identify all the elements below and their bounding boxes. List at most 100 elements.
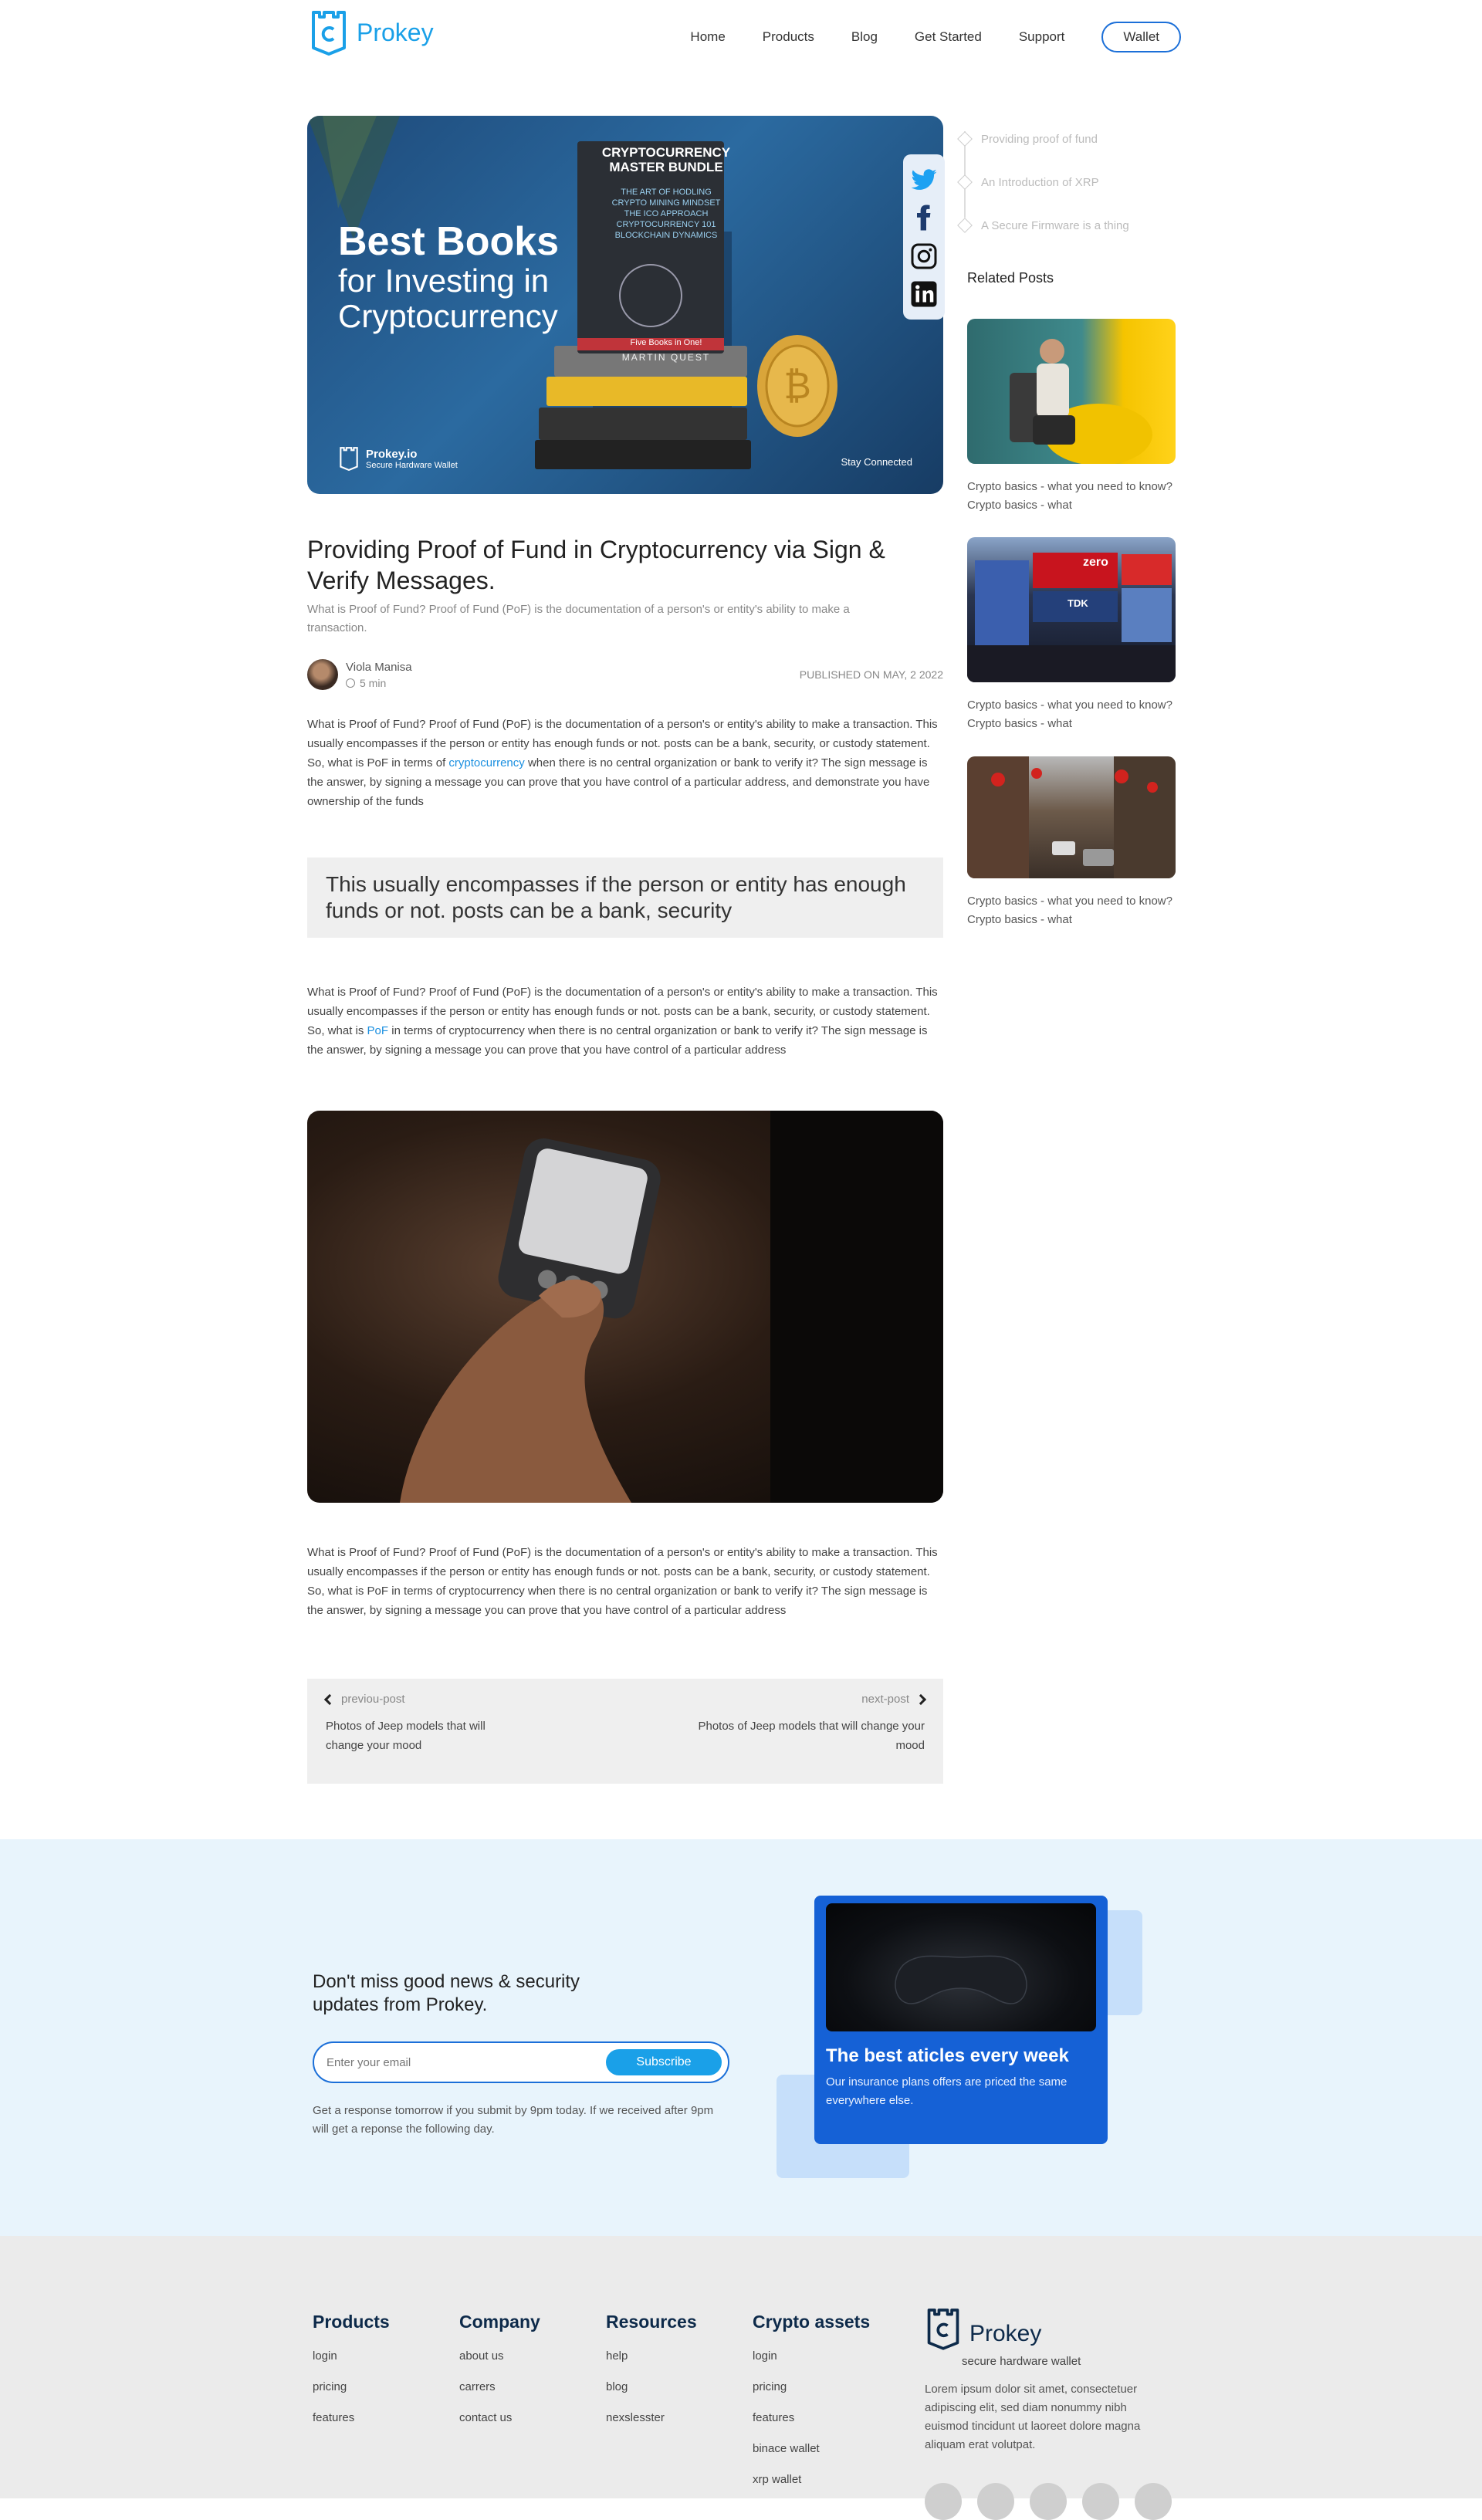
social-circle-icon[interactable] bbox=[977, 2483, 1014, 2520]
toc-item[interactable]: Providing proof of fund bbox=[957, 117, 1129, 161]
published-date: PUBLISHED ON MAY, 2 2022 bbox=[799, 668, 943, 681]
footer-tagline: secure hardware wallet bbox=[962, 2355, 1081, 2368]
newsletter-title: Don't miss good news & security updates … bbox=[313, 1971, 580, 2015]
previous-post-link[interactable]: previou-post Photos of Jeep models that … bbox=[323, 1693, 519, 1755]
toc-item-label: A Secure Firmware is a thing bbox=[981, 218, 1129, 232]
related-post-thumbnail: zero TDK bbox=[967, 537, 1176, 682]
brand-name: Prokey bbox=[357, 18, 434, 46]
hero-title-big: Best Books bbox=[338, 219, 560, 264]
footer-link[interactable]: contact us bbox=[459, 2411, 512, 2424]
nav-home[interactable]: Home bbox=[690, 29, 725, 45]
footer-link[interactable]: help bbox=[606, 2349, 628, 2363]
wallet-button[interactable]: Wallet bbox=[1101, 22, 1181, 52]
hero-brand-label: Prokey.io bbox=[366, 447, 418, 461]
linkedin-icon[interactable] bbox=[910, 280, 938, 308]
footer-link[interactable]: nexslesster bbox=[606, 2411, 665, 2424]
site-footer: Products login pricing features Company … bbox=[0, 2236, 1482, 2520]
brand-logo[interactable]: Prokey bbox=[309, 9, 434, 56]
book-line: CRYPTOCURRENCY 101 bbox=[616, 220, 716, 229]
email-input[interactable] bbox=[327, 2052, 589, 2072]
card-title: The best aticles every week bbox=[826, 2045, 1069, 2066]
svg-text:₿: ₿ bbox=[783, 364, 811, 408]
social-circle-icon[interactable] bbox=[1135, 2483, 1172, 2520]
twitter-icon[interactable] bbox=[910, 166, 938, 194]
footer-brand: Prokey secure hardware wallet Lorem ipsu… bbox=[925, 2307, 1164, 2454]
related-post-card[interactable]: Crypto basics - what you need to know? C… bbox=[967, 319, 1176, 515]
chevron-left-icon bbox=[323, 1693, 336, 1705]
pof-link[interactable]: PoF bbox=[367, 1024, 389, 1037]
toc-item[interactable]: A Secure Firmware is a thing bbox=[957, 204, 1129, 247]
paragraph: What is Proof of Fund? Proof of Fund (Po… bbox=[307, 983, 943, 1060]
instagram-icon[interactable] bbox=[910, 242, 938, 270]
card-text: Our insurance plans offers are priced th… bbox=[826, 2075, 1068, 2107]
nav-products[interactable]: Products bbox=[763, 29, 814, 45]
toc-item[interactable]: An Introduction of XRP bbox=[957, 161, 1129, 204]
footer-link[interactable]: about us bbox=[459, 2349, 504, 2363]
footer-link[interactable]: carrers bbox=[459, 2380, 496, 2393]
footer-link[interactable]: xrp wallet bbox=[753, 2473, 801, 2486]
nav-support[interactable]: Support bbox=[1019, 29, 1065, 45]
social-circle-icon[interactable] bbox=[1082, 2483, 1119, 2520]
related-post-thumbnail bbox=[967, 319, 1176, 464]
related-post-card[interactable]: Crypto basics - what you need to know? C… bbox=[967, 756, 1176, 929]
pull-quote: This usually encompasses if the person o… bbox=[307, 857, 943, 938]
author-name[interactable]: Viola Manisa bbox=[346, 661, 412, 674]
footer-link[interactable]: features bbox=[313, 2411, 354, 2424]
footer-link[interactable]: pricing bbox=[753, 2380, 787, 2393]
toc-item-label: An Introduction of XRP bbox=[981, 175, 1099, 189]
footer-link[interactable]: blog bbox=[606, 2380, 628, 2393]
castle-logo-icon bbox=[927, 2309, 959, 2350]
footer-link[interactable]: pricing bbox=[313, 2380, 347, 2393]
footer-description: Lorem ipsum dolor sit amet, consectetuer… bbox=[925, 2383, 1141, 2451]
book-line: BLOCKCHAIN DYNAMICS bbox=[614, 231, 718, 240]
footer-link[interactable]: login bbox=[313, 2349, 337, 2363]
hero-stay-connected: Stay Connected bbox=[841, 456, 912, 468]
gamepad-image bbox=[826, 1903, 1096, 2031]
article: Best Books for Investing in Cryptocurren… bbox=[307, 116, 943, 1784]
hero-title: Best Books for Investing in Cryptocurren… bbox=[338, 220, 559, 334]
person-sitting-image bbox=[1010, 339, 1152, 464]
nav-blog[interactable]: Blog bbox=[851, 29, 878, 45]
footer-column: Company about us carrers contact us bbox=[459, 2312, 540, 2442]
footer-column-title: Company bbox=[459, 2312, 540, 2332]
related-post-card[interactable]: zero TDK Crypto basics - what you need t… bbox=[967, 537, 1176, 733]
nav-get-started[interactable]: Get Started bbox=[915, 29, 982, 45]
footer-social-icons bbox=[925, 2483, 1172, 2520]
footer-link[interactable]: binace wallet bbox=[753, 2442, 820, 2455]
book-line: THE ICO APPROACH bbox=[624, 209, 709, 218]
diamond-icon bbox=[957, 131, 973, 147]
footer-link[interactable]: login bbox=[753, 2349, 777, 2363]
newsletter-card: The best aticles every week Our insuranc… bbox=[814, 1896, 1108, 2144]
cryptocurrency-link[interactable]: cryptocurrency bbox=[448, 756, 524, 770]
hardware-wallet-photo bbox=[307, 1111, 943, 1503]
clock-icon bbox=[346, 678, 355, 688]
related-post-caption: Crypto basics - what you need to know? C… bbox=[967, 895, 1172, 926]
hand-holding-device bbox=[400, 1111, 943, 1503]
newsletter-note: Get a response tomorrow if you submit by… bbox=[313, 2104, 714, 2136]
subscribe-button[interactable]: Subscribe bbox=[606, 2049, 722, 2075]
social-circle-icon[interactable] bbox=[1030, 2483, 1067, 2520]
book-title: CRYPTOCURRENCY MASTER BUNDLE bbox=[601, 145, 731, 174]
post-navigation: previou-post Photos of Jeep models that … bbox=[307, 1679, 943, 1784]
paragraph: What is Proof of Fund? Proof of Fund (Po… bbox=[307, 1546, 938, 1617]
hero-title-line2: for Investing in bbox=[338, 262, 550, 299]
footer-column-title: Products bbox=[313, 2312, 390, 2332]
diamond-icon bbox=[957, 174, 973, 190]
footer-link[interactable]: features bbox=[753, 2411, 794, 2424]
social-circle-icon[interactable] bbox=[925, 2483, 962, 2520]
site-header: Prokey Home Products Blog Get Started Su… bbox=[0, 0, 1482, 69]
hero-title-line3: Cryptocurrency bbox=[338, 298, 558, 334]
diamond-icon bbox=[957, 218, 973, 233]
post-subtitle: What is Proof of Fund? Proof of Fund (Po… bbox=[307, 603, 850, 634]
next-post-label: next-post bbox=[861, 1693, 909, 1706]
book-line: CRYPTO MINING MINDSET bbox=[611, 198, 721, 208]
castle-logo-icon bbox=[312, 11, 346, 56]
next-post-title: Photos of Jeep models that will change y… bbox=[698, 1720, 925, 1752]
footer-column: Crypto assets login pricing features bin… bbox=[753, 2312, 870, 2504]
footer-brand-name: Prokey bbox=[969, 2321, 1042, 2346]
related-post-caption: Crypto basics - what you need to know? C… bbox=[967, 698, 1172, 730]
next-post-link[interactable]: next-post Photos of Jeep models that wil… bbox=[670, 1693, 927, 1755]
avatar bbox=[307, 659, 338, 690]
chinatown-street-image bbox=[967, 756, 1176, 878]
facebook-icon[interactable] bbox=[910, 204, 938, 232]
